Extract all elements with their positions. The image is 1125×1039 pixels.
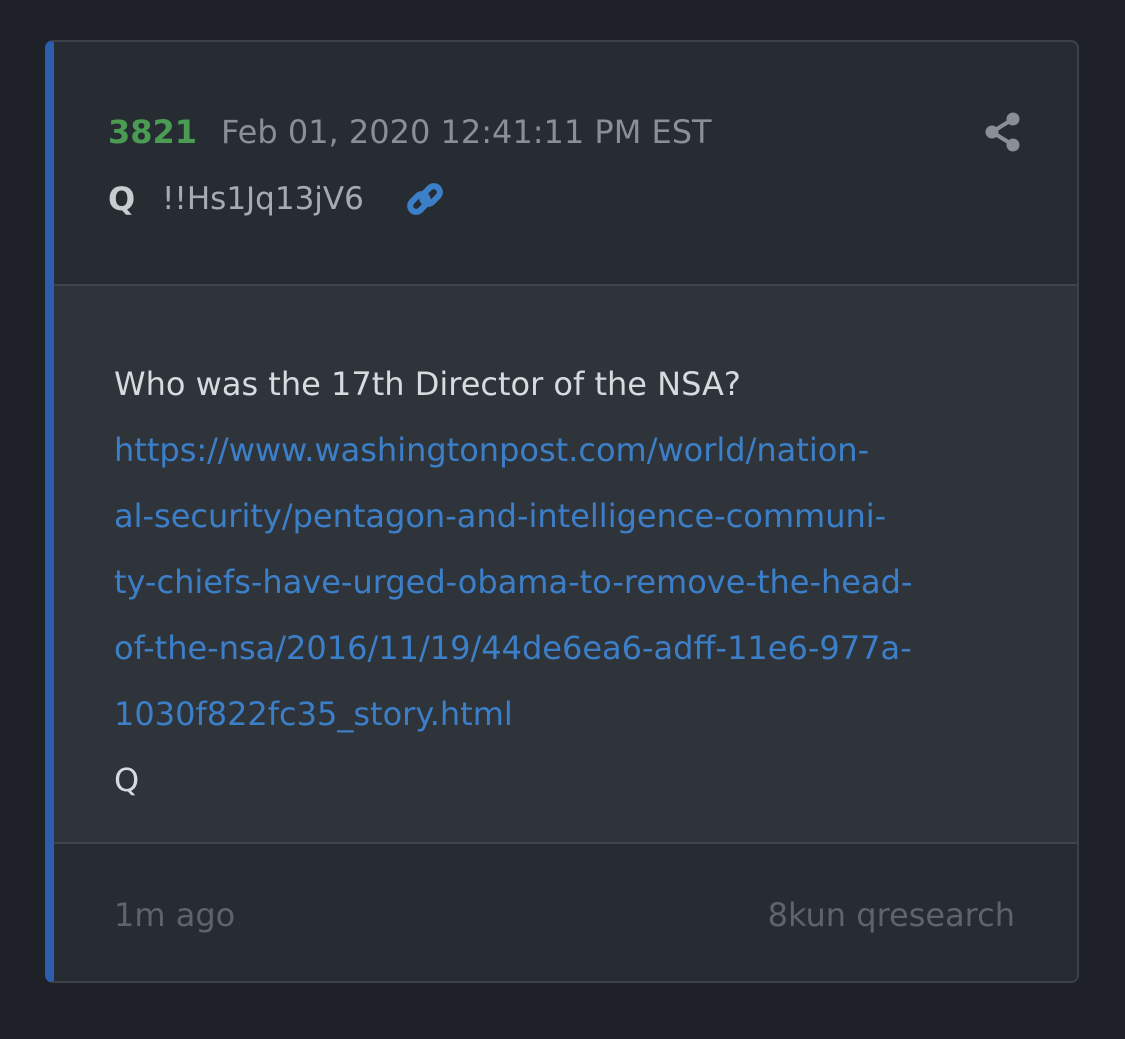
post-signature: Q (114, 761, 140, 799)
url-line: al-security/pentagon-and-intelligence-co… (114, 497, 887, 535)
post-header: 3821 Feb 01, 2020 12:41:11 PM EST Q !!Hs… (54, 42, 1077, 286)
post-timestamp: Feb 01, 2020 12:41:11 PM EST (221, 113, 712, 151)
post-age: 1m ago (114, 896, 236, 934)
url-line: ty-chiefs-have-urged-obama-to-remove-the… (114, 563, 913, 601)
post-card: 3821 Feb 01, 2020 12:41:11 PM EST Q !!Hs… (45, 40, 1079, 983)
post-source: 8kun qresearch (767, 896, 1015, 934)
link-icon[interactable] (406, 180, 444, 218)
post-footer: 1m ago 8kun qresearch (54, 844, 1077, 981)
post-url-link[interactable]: https://www.washingtonpost.com/world/nat… (114, 417, 1014, 747)
post-question: Who was the 17th Director of the NSA? (114, 365, 741, 403)
post-author: Q (108, 180, 136, 218)
post-text: Who was the 17th Director of the NSA? ht… (114, 351, 1014, 813)
share-icon[interactable] (984, 112, 1022, 152)
url-line: https://www.washingtonpost.com/world/nat… (114, 431, 870, 469)
post-number[interactable]: 3821 (108, 108, 197, 156)
url-line: 1030f822fc35_story.html (114, 695, 513, 733)
post-body: Who was the 17th Director of the NSA? ht… (54, 286, 1077, 844)
url-line: of-the-nsa/2016/11/19/44de6ea6-adff-11e6… (114, 629, 912, 667)
post-tripcode: !!Hs1Jq13jV6 (162, 181, 364, 217)
